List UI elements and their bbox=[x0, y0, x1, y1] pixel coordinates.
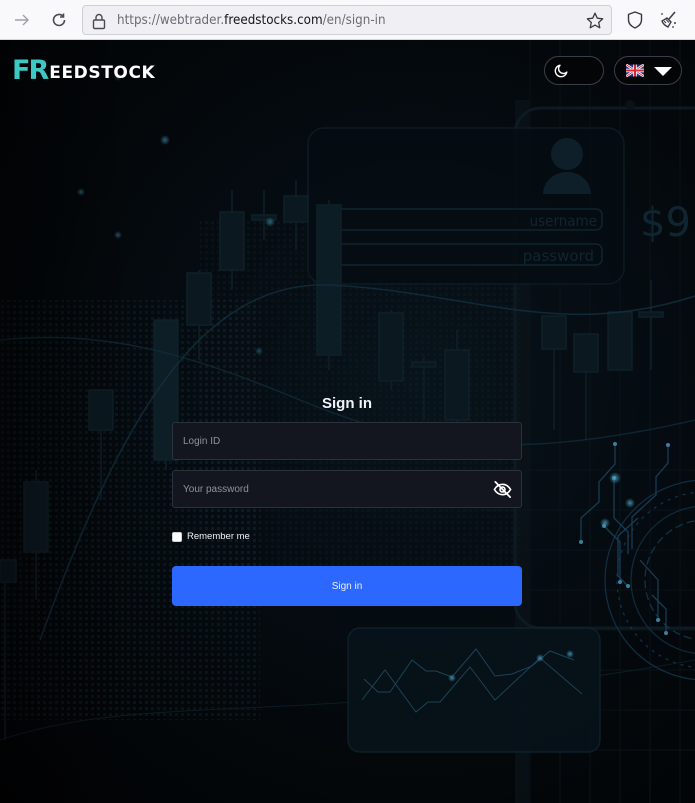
remember-me-label: Remember me bbox=[187, 531, 250, 542]
lock-icon[interactable] bbox=[91, 12, 107, 30]
password-input[interactable] bbox=[173, 471, 521, 507]
login-id-input[interactable] bbox=[173, 423, 521, 459]
logo-wordmark: EEDSTOCK bbox=[49, 63, 156, 83]
login-id-field bbox=[172, 422, 522, 460]
decor-password-label: password bbox=[523, 247, 594, 265]
password-field bbox=[172, 470, 522, 508]
reload-icon bbox=[52, 13, 66, 27]
star-icon[interactable] bbox=[585, 11, 605, 31]
sign-in-button[interactable]: Sign in bbox=[172, 566, 522, 606]
decor-price: $9 bbox=[640, 200, 691, 246]
reload-button[interactable] bbox=[47, 8, 71, 32]
freedstock-logo[interactable]: FR EEDSTOCK bbox=[12, 55, 156, 86]
sign-in-title: Sign in bbox=[322, 395, 372, 412]
remember-me[interactable]: Remember me bbox=[172, 531, 250, 542]
browser-toolbar: https://webtrader.freedstocks.com/en/sig… bbox=[0, 0, 695, 40]
sign-in-page: username password $9 FR EEDSTOCK Sign in… bbox=[0, 40, 695, 803]
uk-flag-icon bbox=[626, 64, 644, 77]
eye-slash-icon[interactable] bbox=[492, 479, 513, 500]
moon-icon bbox=[554, 64, 568, 78]
url-text[interactable]: https://webtrader.freedstocks.com/en/sig… bbox=[117, 13, 386, 28]
sign-in-form: Sign in Remember me Sign in bbox=[172, 394, 522, 606]
theme-toggle[interactable] bbox=[544, 56, 604, 85]
shield-icon[interactable] bbox=[624, 9, 646, 31]
broom-icon[interactable] bbox=[658, 9, 680, 31]
caret-down-icon bbox=[654, 67, 672, 76]
arrow-right-icon bbox=[15, 14, 29, 26]
remember-me-checkbox[interactable] bbox=[172, 531, 182, 542]
decor-username-label: username bbox=[530, 212, 597, 230]
logo-mark: FR bbox=[12, 55, 49, 86]
address-bar[interactable]: https://webtrader.freedstocks.com/en/sig… bbox=[82, 5, 612, 35]
forward-button[interactable] bbox=[10, 8, 34, 32]
language-select[interactable] bbox=[614, 56, 682, 85]
decor-chart-card bbox=[347, 627, 601, 753]
decor-login-card: username password $9 bbox=[307, 127, 691, 285]
